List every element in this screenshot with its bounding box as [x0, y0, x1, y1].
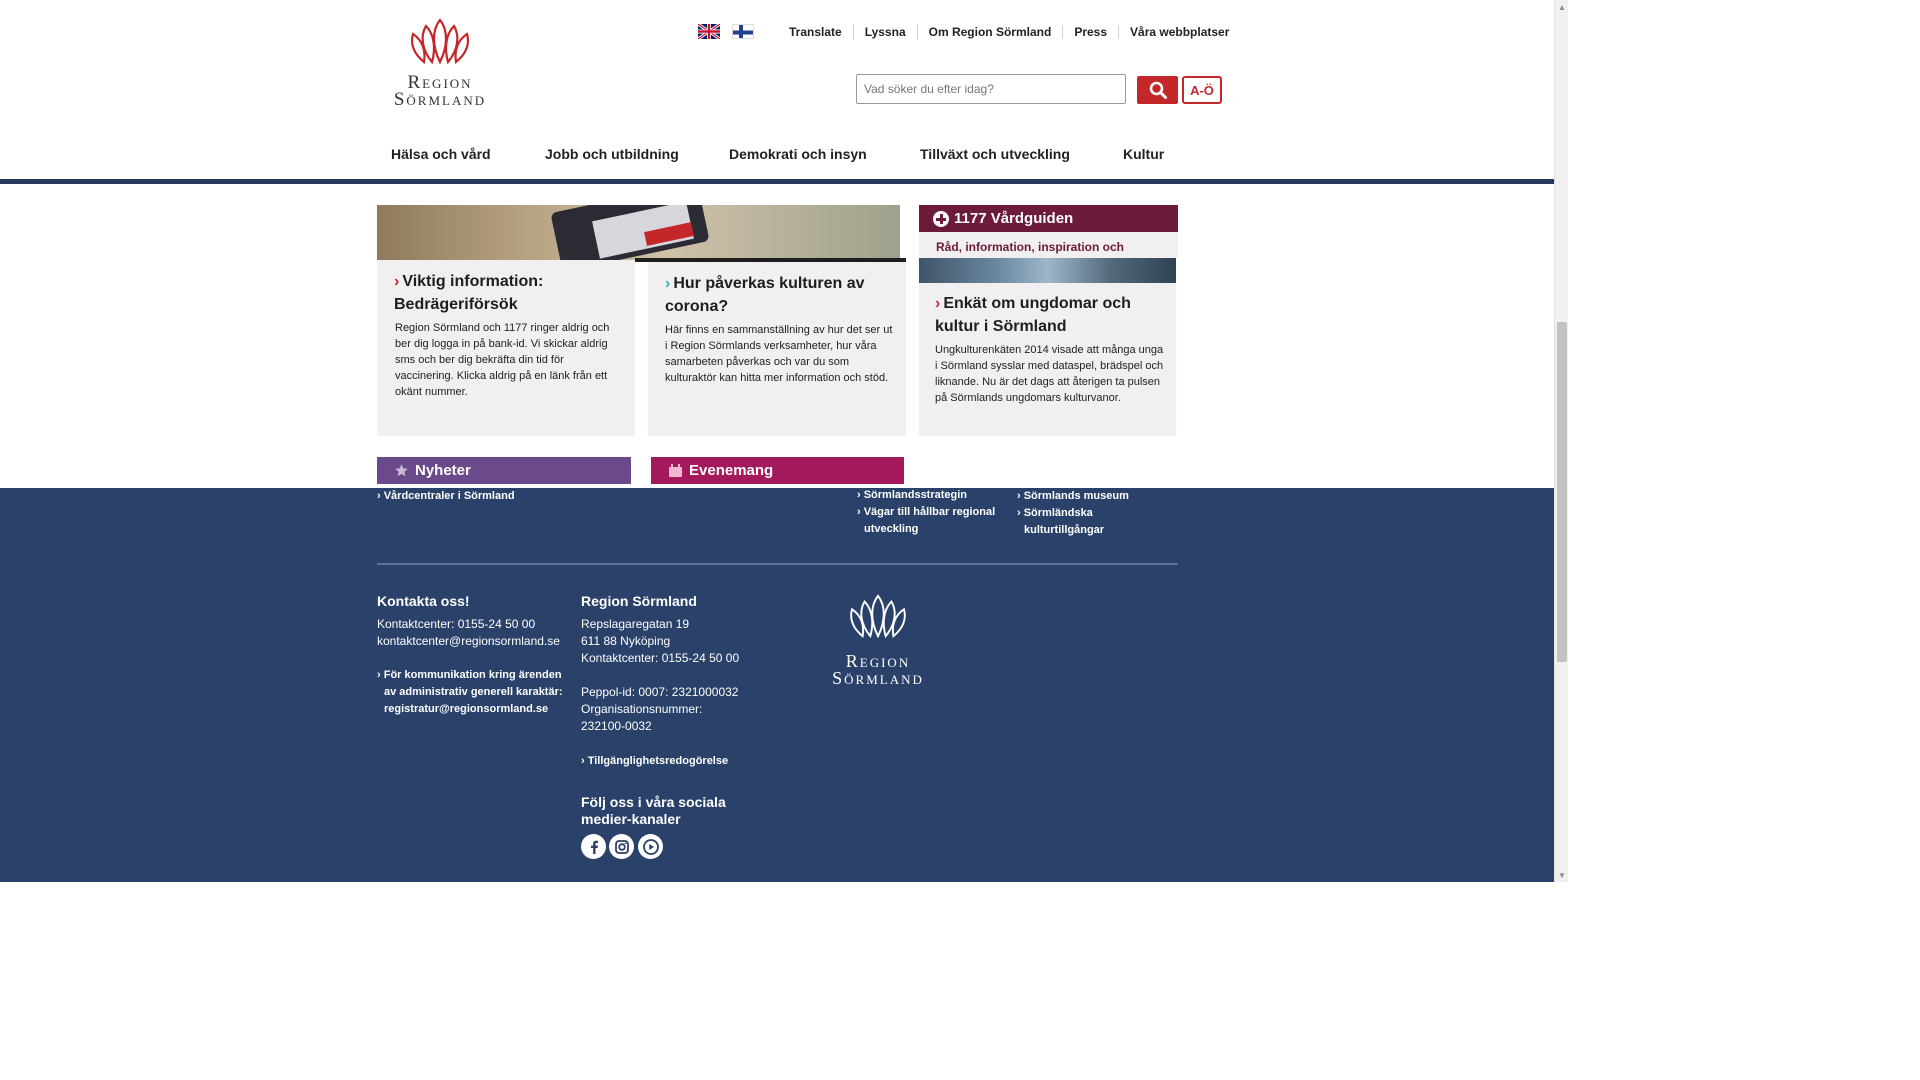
chevron-right-icon: ›	[935, 295, 941, 312]
nav-kultur[interactable]: Kultur	[1123, 146, 1164, 162]
search-icon	[1149, 81, 1167, 99]
instagram-icon[interactable]	[609, 834, 634, 859]
main-navigation: Hälsa och vård Jobb och utbildning Demok…	[0, 146, 1554, 166]
lotus-logo-icon	[410, 18, 470, 65]
calendar-icon	[669, 463, 682, 477]
footer-link-sormlands-museum[interactable]: › Sörmlands museum	[1017, 488, 1129, 505]
translate-link[interactable]: Translate	[778, 25, 853, 39]
nav-divider	[0, 179, 1554, 184]
registratur-text-2: av administrativ generell karaktär:	[384, 686, 563, 698]
footer-link-hallbar-utveckling-cont[interactable]: utveckling	[864, 521, 918, 538]
nav-halsa-och-vard[interactable]: Hälsa och vård	[391, 146, 491, 162]
nav-jobb-och-utbildning[interactable]: Jobb och utbildning	[545, 146, 679, 162]
card-title-text: Hur påverkas kulturen av corona?	[665, 275, 865, 315]
lotus-logo-icon	[850, 594, 906, 639]
chevron-right-icon: ›	[665, 275, 671, 292]
webbplatser-link[interactable]: Våra webbplatser	[1118, 24, 1240, 39]
evenemang-header[interactable]: Evenemang	[651, 457, 904, 484]
footer-link-hallbar-utveckling[interactable]: › Vägar till hållbar regional	[857, 504, 995, 521]
vardguiden-title: 1177 Vårdguiden	[954, 210, 1074, 227]
region-sormland-logo[interactable]: Region Sörmland	[384, 16, 496, 110]
contact-title: Kontakta oss!	[377, 593, 470, 609]
social-title-line-1: Följ oss i våra sociala	[581, 794, 726, 810]
site-footer: › Vårdcentraler i Sörmland › Sörmlandsst…	[0, 488, 1554, 882]
footer-link-sormlandsstrategin[interactable]: › Sörmlandsstrategin	[857, 487, 967, 504]
footer-logo[interactable]: Region Sörmland	[822, 592, 934, 687]
phone-photo-banner[interactable]	[377, 205, 900, 260]
footer-link-kulturtillgangar[interactable]: › Sörmländska	[1017, 505, 1093, 522]
search-button[interactable]	[1137, 76, 1178, 104]
registratur-link[interactable]: › För kommunikation kring ärenden	[377, 667, 562, 684]
accessibility-link[interactable]: › Tillgänglighetsredogörelse	[581, 753, 728, 770]
card-text-enkat-ungdomar: Ungkulturenkäten 2014 visade att många u…	[935, 344, 1164, 404]
footer-logo-line-2: Sörmland	[832, 668, 924, 688]
footer-link-vardcentraler[interactable]: › Vårdcentraler i Sörmland	[377, 488, 515, 505]
contact-email[interactable]: kontaktcenter@regionsormland.se	[377, 633, 560, 650]
social-title-line-2: medier-kanaler	[581, 811, 681, 827]
youtube-icon[interactable]	[638, 834, 663, 859]
card-title-enkat-ungdomar[interactable]: › Enkät om ungdomar och kultur i Sörmland	[935, 292, 1165, 338]
search-input[interactable]	[856, 74, 1126, 104]
logo-line-2: Sörmland	[393, 89, 487, 110]
nyheter-header[interactable]: Nyheter	[377, 457, 631, 484]
finnish-flag-icon[interactable]	[732, 24, 754, 39]
region-phone[interactable]: Kontaktcenter: 0155-24 50 00	[581, 650, 739, 667]
om-region-link[interactable]: Om Region Sörmland	[916, 24, 1063, 39]
region-address-city: 611 88 Nyköping	[581, 634, 671, 648]
region-org-label: Organisationsnummer:	[581, 702, 703, 716]
card-text-bedrageriforsok: Region Sörmland och 1177 ringer aldrig o…	[395, 322, 610, 398]
press-link[interactable]: Press	[1062, 24, 1118, 39]
utility-links: Translate Lyssna Om Region Sörmland Pres…	[778, 24, 1240, 39]
evenemang-title: Evenemang	[689, 462, 774, 479]
region-title: Region Sörmland	[581, 593, 697, 609]
card-title-text: Enkät om ungdomar och kultur i Sörmland	[935, 295, 1131, 335]
logo-wordmark: Region Sörmland	[384, 73, 496, 110]
a-o-index-button[interactable]: A-Ö	[1182, 76, 1222, 104]
facebook-icon[interactable]	[581, 834, 606, 859]
vertical-scrollbar[interactable]: ▲ ▼	[1554, 0, 1568, 882]
scroll-down-icon[interactable]: ▼	[1555, 868, 1569, 882]
contact-phone[interactable]: Kontaktcenter: 0155-24 50 00	[377, 616, 535, 633]
lyssna-link[interactable]: Lyssna	[852, 24, 917, 39]
region-peppol: Peppol-id: 0007: 2321000032	[581, 685, 739, 699]
region-org-number: 232100-0032	[581, 719, 652, 733]
card-title-bedrageriforsok[interactable]: › Viktig information: Bedrägeriförsök	[394, 270, 624, 316]
youth-photo-banner[interactable]	[919, 258, 1176, 283]
nyheter-title: Nyheter	[415, 462, 471, 479]
plus-cross-icon	[933, 210, 949, 227]
nav-tillvaxt-och-utveckling[interactable]: Tillväxt och utveckling	[920, 146, 1070, 162]
card-title-kulturen-corona[interactable]: › Hur påverkas kulturen av corona?	[665, 272, 895, 318]
footer-logo-wordmark: Region Sörmland	[822, 652, 934, 688]
scrollbar-thumb[interactable]	[1557, 322, 1567, 662]
chevron-right-icon: ›	[394, 273, 400, 290]
star-icon	[395, 464, 408, 477]
footer-divider	[377, 563, 1178, 565]
registratur-email[interactable]: registratur@regionsormland.se	[384, 701, 548, 718]
vardguiden-subtitle: Råd, information, inspiration och	[919, 232, 1178, 258]
region-address-street: Repslagaregatan 19	[581, 617, 690, 631]
utility-bar: Translate Lyssna Om Region Sörmland Pres…	[698, 24, 1240, 39]
uk-flag-icon[interactable]	[698, 24, 720, 39]
card-title-text: Viktig information: Bedrägeriförsök	[394, 273, 544, 313]
scroll-up-icon[interactable]: ▲	[1555, 0, 1569, 14]
footer-link-kulturtillgangar-cont[interactable]: kulturtillgångar	[1024, 522, 1104, 539]
nav-demokrati-och-insyn[interactable]: Demokrati och insyn	[729, 146, 867, 162]
vardguiden-header[interactable]: 1177 Vårdguiden	[919, 205, 1178, 232]
card-text-kulturen-corona: Här finns en sammanställning av hur det …	[665, 324, 893, 384]
